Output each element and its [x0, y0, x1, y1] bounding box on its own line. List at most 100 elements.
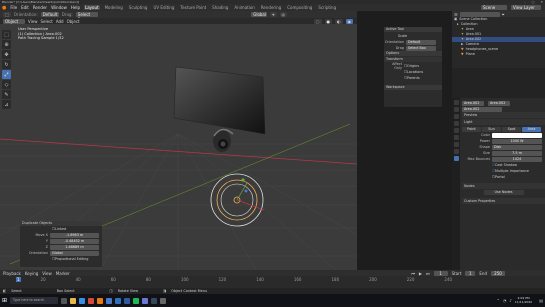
light-header[interactable]: Light: [462, 119, 545, 125]
network-icon[interactable]: ◔: [503, 298, 507, 303]
shading-material-icon[interactable]: ◐: [335, 18, 343, 24]
viewport-menu-select[interactable]: Select: [41, 19, 53, 24]
move-tool-icon[interactable]: ✥: [2, 50, 11, 59]
annotate-tool-icon[interactable]: ✎: [2, 90, 11, 99]
light-type-spot[interactable]: Spot: [502, 126, 521, 132]
jump-start-icon[interactable]: ⏮: [411, 271, 415, 276]
select-box-tool-icon[interactable]: ⬚: [2, 30, 11, 39]
viewport-menu-object[interactable]: Object: [67, 19, 80, 24]
steam-icon[interactable]: [151, 297, 158, 304]
light-datablock-field[interactable]: Area.002: [462, 106, 502, 112]
transform-orientation-dropdown[interactable]: Global: [251, 12, 268, 17]
tray-chevron-icon[interactable]: ⌃: [497, 298, 500, 303]
orientation-dropdown[interactable]: Default: [40, 12, 59, 17]
workspace-tab-texture-paint[interactable]: Texture Paint: [179, 5, 207, 10]
tool-tab-icon[interactable]: [453, 100, 459, 105]
measure-tool-icon[interactable]: ⊿: [2, 100, 11, 109]
scene-selector[interactable]: Scene: [481, 5, 507, 10]
output-tab-icon[interactable]: [453, 114, 459, 119]
current-frame-field[interactable]: 1: [433, 270, 448, 276]
world-tab-icon[interactable]: [453, 135, 459, 140]
outliner-search-input[interactable]: [459, 11, 500, 17]
redo-orientation-dropdown[interactable]: Global: [50, 250, 99, 256]
viewport-menu-add[interactable]: Add: [56, 19, 64, 24]
object-tab-icon[interactable]: [453, 142, 459, 147]
mail-icon[interactable]: [115, 297, 122, 304]
constraints-tab-icon[interactable]: [453, 149, 459, 154]
scale-tool-icon[interactable]: ⤢: [2, 70, 11, 79]
jump-end-icon[interactable]: ⏭: [426, 271, 430, 276]
drag-dropdown[interactable]: Select Box: [75, 12, 98, 22]
workspace-tab-sculpting[interactable]: Sculpting: [128, 5, 149, 10]
shape-dropdown[interactable]: Disk: [492, 144, 542, 150]
render-tab-icon[interactable]: [453, 107, 459, 112]
windows-start-icon[interactable]: ⊞: [2, 297, 7, 304]
light-data-tab-icon[interactable]: [453, 156, 459, 161]
play-icon[interactable]: ▶: [419, 271, 422, 276]
browser-icon[interactable]: [79, 297, 86, 304]
max-bounces-field[interactable]: 1024: [492, 156, 542, 162]
viewport-menu-view[interactable]: View: [28, 19, 38, 24]
workspace-tab-shading[interactable]: Shading: [211, 5, 229, 10]
options-header[interactable]: Options: [384, 51, 442, 56]
settings-icon[interactable]: [160, 297, 167, 304]
blender-taskbar-icon[interactable]: [97, 297, 104, 304]
timeline-menu-view[interactable]: View: [42, 271, 52, 276]
object-name-field[interactable]: Area.002: [462, 100, 484, 106]
shading-wireframe-icon[interactable]: ◌: [314, 18, 322, 24]
light-data-name-field[interactable]: Area.002: [488, 100, 510, 106]
workspace-tab-layout[interactable]: Layout: [83, 5, 100, 10]
light-type-point[interactable]: Point: [462, 126, 481, 132]
outliner-display-mode-icon[interactable]: ☰: [454, 12, 458, 17]
timeline-menu-marker[interactable]: Marker: [56, 271, 70, 276]
volume-icon[interactable]: ♪: [509, 298, 512, 303]
store-icon[interactable]: [106, 297, 113, 304]
preview-header[interactable]: Preview: [462, 112, 545, 118]
use-nodes-button[interactable]: Use Nodes: [483, 189, 524, 195]
timeline-ruler[interactable]: 1 20 40 60 80 100 120 140 160 180 200 22…: [0, 276, 545, 282]
start-frame-field[interactable]: 1: [465, 270, 476, 276]
mode-dropdown[interactable]: Object Mode: [3, 18, 25, 29]
chrome-icon[interactable]: [88, 297, 95, 304]
menu-render[interactable]: Render: [33, 5, 47, 10]
workspace-tab-scripting[interactable]: Scripting: [317, 5, 337, 10]
photoshop-icon[interactable]: [124, 297, 131, 304]
size-field[interactable]: 7.5 m: [492, 150, 542, 156]
blender-logo-icon[interactable]: ●: [2, 5, 6, 11]
np-orientation-dropdown[interactable]: Default: [406, 39, 436, 45]
workspace-tab-compositing[interactable]: Compositing: [286, 5, 313, 10]
light-color-swatch[interactable]: [492, 132, 542, 138]
outliner-item-plane[interactable]: ▼ Plane: [452, 52, 545, 57]
menu-file[interactable]: File: [10, 5, 17, 10]
np-drag-dropdown[interactable]: Select Box: [406, 45, 436, 51]
timeline-menu-keying[interactable]: Keying: [25, 271, 38, 276]
snap-icon[interactable]: ⌖: [270, 12, 277, 17]
timeline-menu-playback[interactable]: Playback: [3, 271, 21, 276]
rotate-tool-icon[interactable]: ↻: [2, 60, 11, 69]
playhead[interactable]: 1: [16, 276, 21, 282]
discord-icon[interactable]: [142, 297, 149, 304]
taskbar-search-input[interactable]: Type here to search: [10, 297, 59, 304]
move-z-field[interactable]: 1.68689 m: [50, 244, 99, 250]
view-layer-selector[interactable]: View Layer: [511, 5, 541, 10]
filter-icon[interactable]: ⏷: [502, 12, 505, 17]
proportional-editing-icon[interactable]: ◎: [279, 12, 287, 17]
notifications-icon[interactable]: ▤: [539, 298, 543, 303]
taskbar-clock[interactable]: 2:09 PM 11/11/2020: [515, 296, 532, 304]
workspace-tab-modeling[interactable]: Modeling: [104, 5, 124, 10]
end-frame-field[interactable]: 250: [491, 270, 505, 276]
active-tool-header[interactable]: Active Tool: [384, 27, 442, 32]
shading-rendered-icon[interactable]: ◉: [345, 18, 353, 24]
workspace-tab-uv-editing[interactable]: UV Editing: [152, 5, 175, 10]
transform-tool-icon[interactable]: ◇: [2, 80, 11, 89]
spotify-icon[interactable]: [133, 297, 140, 304]
cursor-tool-icon[interactable]: ⊕: [2, 40, 11, 49]
move-y-field[interactable]: -0.48452 m: [50, 238, 99, 244]
workspace-tab-rendering[interactable]: Rendering: [260, 5, 282, 10]
custom-properties-header[interactable]: Custom Properties: [462, 198, 545, 204]
light-type-sun[interactable]: Sun: [482, 126, 501, 132]
workspace-header[interactable]: Workspace: [384, 85, 442, 90]
view-layer-tab-icon[interactable]: [453, 121, 459, 126]
menu-window[interactable]: Window: [51, 5, 67, 10]
move-x-field[interactable]: -1.8963 m: [50, 232, 99, 238]
